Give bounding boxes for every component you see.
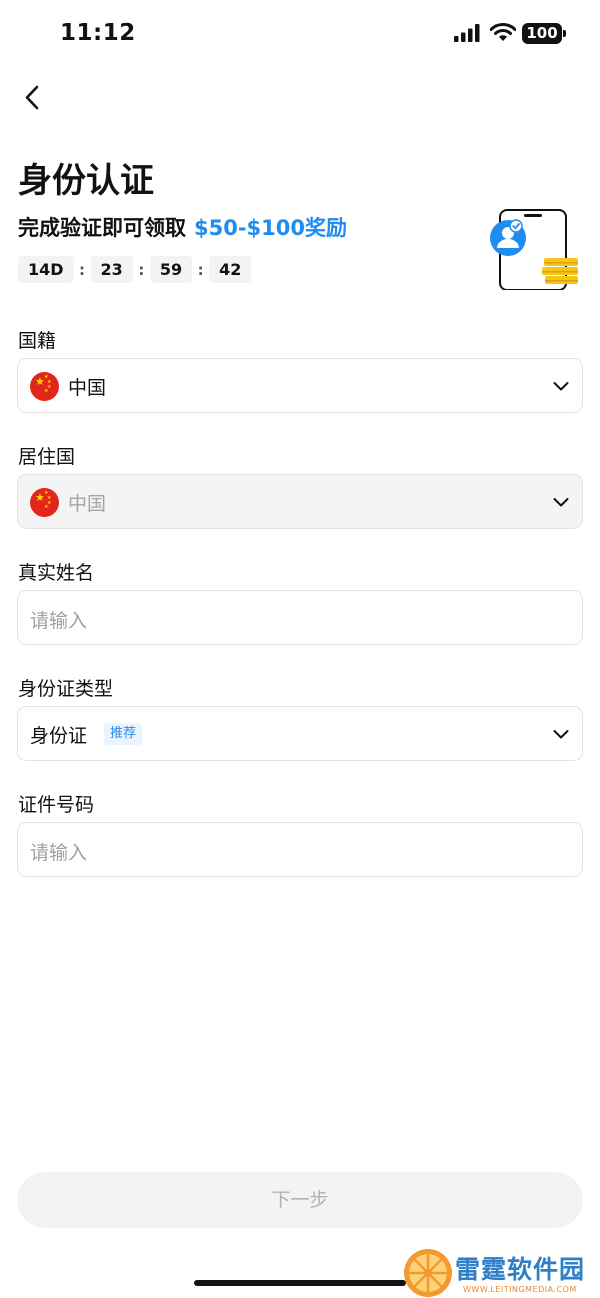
residence-select[interactable]: ★ ★ ★ ★ ★ 中国	[17, 474, 583, 529]
nationality-value: 中国	[68, 377, 107, 399]
chevron-down-icon	[553, 730, 569, 739]
page-title: 身份认证	[18, 161, 154, 201]
id-type-select[interactable]: 身份证 推荐	[17, 706, 583, 761]
watermark-subtitle: WWW.LEITINGMEDIA.COM	[463, 1285, 577, 1294]
countdown-days: 14D	[18, 256, 74, 283]
status-time: 11:12	[60, 20, 136, 46]
countdown-timer: 14D : 23 : 59 : 42	[18, 256, 252, 283]
residence-label: 居住国	[18, 446, 76, 468]
status-bar: 11:12 100	[0, 0, 600, 70]
nationality-label: 国籍	[18, 330, 57, 352]
china-flag-icon: ★ ★ ★ ★ ★	[30, 488, 59, 517]
watermark: 雷霆软件园 WWW.LEITINGMEDIA.COM	[403, 1248, 600, 1298]
battery-indicator: 100	[522, 23, 562, 44]
real-name-label: 真实姓名	[18, 562, 95, 584]
reward-text: 完成验证即可领取	[18, 216, 186, 240]
countdown-separator: :	[79, 260, 86, 279]
wifi-icon	[490, 23, 516, 41]
battery-tip	[563, 30, 566, 37]
chevron-down-icon	[553, 382, 569, 391]
real-name-input[interactable]: 请输入	[17, 590, 583, 645]
real-name-placeholder: 请输入	[30, 610, 88, 632]
countdown-separator: :	[197, 260, 204, 279]
home-indicator	[194, 1280, 406, 1286]
id-number-placeholder: 请输入	[30, 842, 88, 864]
countdown-separator: :	[138, 260, 145, 279]
china-flag-icon: ★ ★ ★ ★ ★	[30, 372, 59, 401]
next-button[interactable]: 下一步	[17, 1172, 583, 1228]
recommended-tag: 推荐	[104, 723, 143, 745]
chevron-down-icon	[553, 498, 569, 507]
id-number-label: 证件号码	[18, 794, 95, 816]
id-number-input[interactable]: 请输入	[17, 822, 583, 877]
back-button[interactable]	[20, 84, 48, 112]
nationality-select[interactable]: ★ ★ ★ ★ ★ 中国	[17, 358, 583, 413]
cellular-signal-icon	[454, 24, 480, 42]
countdown-seconds: 42	[209, 256, 252, 283]
reward-amount: $50-$100奖励	[194, 216, 347, 240]
id-type-value: 身份证	[30, 725, 88, 747]
residence-value: 中国	[68, 493, 107, 515]
orange-slice-logo-icon	[404, 1249, 452, 1297]
countdown-hours: 23	[90, 256, 133, 283]
watermark-title: 雷霆软件园	[455, 1255, 586, 1284]
id-type-label: 身份证类型	[18, 678, 114, 700]
reward-line: 完成验证即可领取 $50-$100奖励	[18, 212, 347, 242]
countdown-minutes: 59	[149, 256, 193, 283]
verification-illustration-icon	[490, 209, 578, 290]
